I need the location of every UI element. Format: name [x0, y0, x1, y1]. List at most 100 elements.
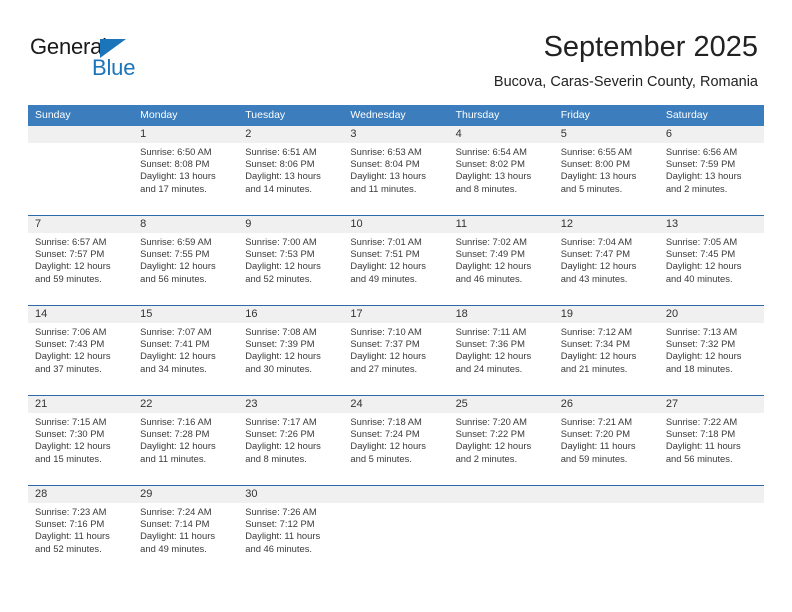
sunrise-time: Sunrise: 6:51 AM	[245, 146, 317, 157]
sunrise-time: Sunrise: 7:02 AM	[455, 236, 527, 247]
calendar-grid: Sunday Monday Tuesday Wednesday Thursday Frid…	[28, 105, 764, 581]
sunset-time: Sunset: 7:32 PM	[665, 338, 736, 350]
daylight-duration-line2: and 59 minutes.	[560, 452, 628, 464]
day-number: 27	[658, 396, 764, 413]
sunset-time: Sunset: 7:59 PM	[665, 158, 736, 170]
sunset-time: Sunset: 7:24 PM	[350, 428, 420, 440]
calendar-day-cell[interactable]: 13 Sunrise: 7:05 AM Sunset: 7:45 PM Dayligh…	[658, 216, 764, 305]
calendar-day-cell[interactable]: 12 Sunrise: 7:04 AM Sunset: 7:47 PM Dayligh…	[553, 216, 659, 305]
sunrise-time: Sunrise: 7:17 AM	[245, 416, 317, 427]
calendar-day-cell[interactable]: 15 Sunrise: 7:07 AM Sunset: 7:41 PM Dayligh…	[133, 306, 239, 395]
calendar-day-cell[interactable]: 11 Sunrise: 7:02 AM Sunset: 7:49 PM Dayligh…	[448, 216, 554, 305]
calendar-day-cell[interactable]: 2 Sunrise: 6:51 AM Sunset: 8:06 PM Daylight…	[238, 126, 344, 215]
day-number: 16	[238, 306, 344, 323]
day-number: 13	[658, 216, 764, 233]
day-details: Sunrise: 7:18 AM Sunset: 7:24 PM Daylight:…	[343, 413, 448, 465]
sunrise-time: Sunrise: 7:12 AM	[560, 326, 633, 337]
calendar-day-cell[interactable]: 22 Sunrise: 7:16 AM Sunset: 7:28 PM Dayligh…	[133, 396, 239, 485]
sunrise-time: Sunrise: 6:54 AM	[455, 146, 527, 157]
daylight-duration-line2: and 46 minutes.	[245, 542, 312, 554]
daylight-duration-line1: Daylight: 12 hours	[35, 260, 111, 272]
calendar-day-cell[interactable]: 30 Sunrise: 7:26 AM Sunset: 7:12 PM Dayligh…	[238, 486, 344, 581]
calendar-day-cell[interactable]: 21 Sunrise: 7:15 AM Sunset: 7:30 PM Dayligh…	[28, 396, 134, 485]
calendar-day-cell[interactable]: 10 Sunrise: 7:01 AM Sunset: 7:51 PM Dayligh…	[343, 216, 449, 305]
sunrise-time: Sunrise: 7:04 AM	[560, 236, 633, 247]
sunrise-time: Sunrise: 6:53 AM	[350, 146, 422, 157]
daylight-duration-line1: Daylight: 12 hours	[35, 440, 111, 452]
calendar-day-cell[interactable]: 29 Sunrise: 7:24 AM Sunset: 7:14 PM Dayligh…	[133, 486, 239, 581]
daylight-duration-line1: Daylight: 12 hours	[560, 350, 637, 362]
weekday-header-friday: Friday	[560, 109, 590, 121]
day-number: 1	[133, 126, 239, 143]
sunset-time: Sunset: 8:00 PM	[560, 158, 631, 170]
sunrise-time: Sunrise: 7:26 AM	[245, 506, 317, 517]
calendar-day-cell[interactable]: 18 Sunrise: 7:11 AM Sunset: 7:36 PM Dayligh…	[448, 306, 554, 395]
daylight-duration-line2: and 14 minutes.	[245, 182, 312, 194]
sunset-time: Sunset: 7:57 PM	[35, 248, 105, 260]
daylight-duration-line2: and 24 minutes.	[455, 362, 523, 374]
sunrise-time: Sunrise: 6:56 AM	[665, 146, 738, 157]
day-number: 9	[238, 216, 344, 233]
day-details: Sunrise: 6:57 AM Sunset: 7:57 PM Daylight:…	[28, 233, 133, 285]
calendar-day-cell[interactable]: 25 Sunrise: 7:20 AM Sunset: 7:22 PM Dayligh…	[448, 396, 554, 485]
sunset-time: Sunset: 7:41 PM	[140, 338, 210, 350]
calendar-day-cell[interactable]: 19 Sunrise: 7:12 AM Sunset: 7:34 PM Dayligh…	[553, 306, 659, 395]
sunrise-time: Sunrise: 6:59 AM	[140, 236, 212, 247]
day-number: 12	[553, 216, 659, 233]
day-details: Sunrise: 7:11 AM Sunset: 7:36 PM Daylight:…	[449, 323, 554, 375]
calendar-day-cell[interactable]: 17 Sunrise: 7:10 AM Sunset: 7:37 PM Dayligh…	[343, 306, 449, 395]
daylight-duration-line2: and 8 minutes.	[245, 452, 307, 464]
day-details: Sunrise: 7:16 AM Sunset: 7:28 PM Daylight:…	[133, 413, 238, 465]
calendar-day-cell[interactable]: 26 Sunrise: 7:21 AM Sunset: 7:20 PM Dayligh…	[553, 396, 659, 485]
daylight-duration-line2: and 43 minutes.	[560, 272, 628, 284]
calendar-day-cell[interactable]: 9 Sunrise: 7:00 AM Sunset: 7:53 PM Daylight…	[238, 216, 344, 305]
daylight-duration-line2: and 52 minutes.	[35, 542, 102, 554]
calendar-day-cell[interactable]: 6 Sunrise: 6:56 AM Sunset: 7:59 PM Daylight…	[658, 126, 764, 215]
calendar-day-cell[interactable]: 23 Sunrise: 7:17 AM Sunset: 7:26 PM Dayligh…	[238, 396, 344, 485]
calendar-day-cell[interactable]: 14 Sunrise: 7:06 AM Sunset: 7:43 PM Dayligh…	[28, 306, 134, 395]
calendar-day-cell[interactable]: 4 Sunrise: 6:54 AM Sunset: 8:02 PM Daylight…	[448, 126, 554, 215]
calendar-day-cell[interactable]: 24 Sunrise: 7:18 AM Sunset: 7:24 PM Dayligh…	[343, 396, 449, 485]
daylight-duration-line2: and 5 minutes.	[560, 182, 623, 194]
daylight-duration-line1: Daylight: 11 hours	[560, 440, 636, 452]
sunset-time: Sunset: 8:04 PM	[350, 158, 420, 170]
sunrise-time: Sunrise: 7:15 AM	[35, 416, 107, 427]
day-number: 19	[553, 306, 659, 323]
sunset-time: Sunset: 7:45 PM	[665, 248, 736, 260]
sunrise-time: Sunrise: 7:24 AM	[140, 506, 212, 517]
day-details: Sunrise: 7:00 AM Sunset: 7:53 PM Daylight:…	[238, 233, 343, 285]
daylight-duration-line1: Daylight: 12 hours	[350, 350, 426, 362]
day-details: Sunrise: 6:53 AM Sunset: 8:04 PM Daylight:…	[343, 143, 448, 195]
calendar-day-cell-empty	[553, 486, 659, 581]
daylight-duration-line1: Daylight: 12 hours	[350, 440, 426, 452]
daylight-duration-line1: Daylight: 12 hours	[350, 260, 426, 272]
calendar-day-cell[interactable]: 8 Sunrise: 6:59 AM Sunset: 7:55 PM Daylight…	[133, 216, 239, 305]
day-number: 29	[133, 486, 239, 503]
day-number: 10	[343, 216, 449, 233]
calendar-day-cell-empty	[448, 486, 554, 581]
page-subtitle: Bucova, Caras-Severin County, Romania	[493, 74, 758, 90]
calendar-day-cell[interactable]: 20 Sunrise: 7:13 AM Sunset: 7:32 PM Dayligh…	[658, 306, 764, 395]
calendar-day-cell[interactable]: 1 Sunrise: 6:50 AM Sunset: 8:08 PM Daylight…	[133, 126, 239, 215]
sunrise-time: Sunrise: 7:21 AM	[560, 416, 633, 427]
sunset-time: Sunset: 7:12 PM	[245, 518, 315, 530]
calendar-day-cell[interactable]: 3 Sunrise: 6:53 AM Sunset: 8:04 PM Daylight…	[343, 126, 449, 215]
calendar-day-cell-empty	[343, 486, 449, 581]
day-number: 30	[238, 486, 344, 503]
calendar-day-cell[interactable]: 27 Sunrise: 7:22 AM Sunset: 7:18 PM Dayligh…	[658, 396, 764, 485]
day-details: Sunrise: 6:54 AM Sunset: 8:02 PM Daylight:…	[449, 143, 554, 195]
daylight-duration-line2: and 11 minutes.	[350, 182, 417, 194]
day-details: Sunrise: 7:24 AM Sunset: 7:14 PM Daylight:…	[133, 503, 238, 555]
calendar-day-cell[interactable]: 7 Sunrise: 6:57 AM Sunset: 7:57 PM Daylight…	[28, 216, 134, 305]
weekday-header-sunday: Sunday	[35, 109, 71, 121]
sunset-time: Sunset: 8:02 PM	[455, 158, 525, 170]
sunrise-time: Sunrise: 6:55 AM	[560, 146, 633, 157]
calendar-day-cell[interactable]: 5 Sunrise: 6:55 AM Sunset: 8:00 PM Daylight…	[553, 126, 659, 215]
calendar-day-cell[interactable]: 16 Sunrise: 7:08 AM Sunset: 7:39 PM Dayligh…	[238, 306, 344, 395]
daylight-duration-line2: and 56 minutes.	[665, 452, 733, 464]
day-number: 15	[133, 306, 239, 323]
sunrise-time: Sunrise: 7:13 AM	[665, 326, 738, 337]
day-details: Sunrise: 7:04 AM Sunset: 7:47 PM Daylight:…	[554, 233, 659, 285]
sunrise-time: Sunrise: 7:16 AM	[140, 416, 212, 427]
calendar-day-cell[interactable]: 28 Sunrise: 7:23 AM Sunset: 7:16 PM Dayligh…	[28, 486, 134, 581]
